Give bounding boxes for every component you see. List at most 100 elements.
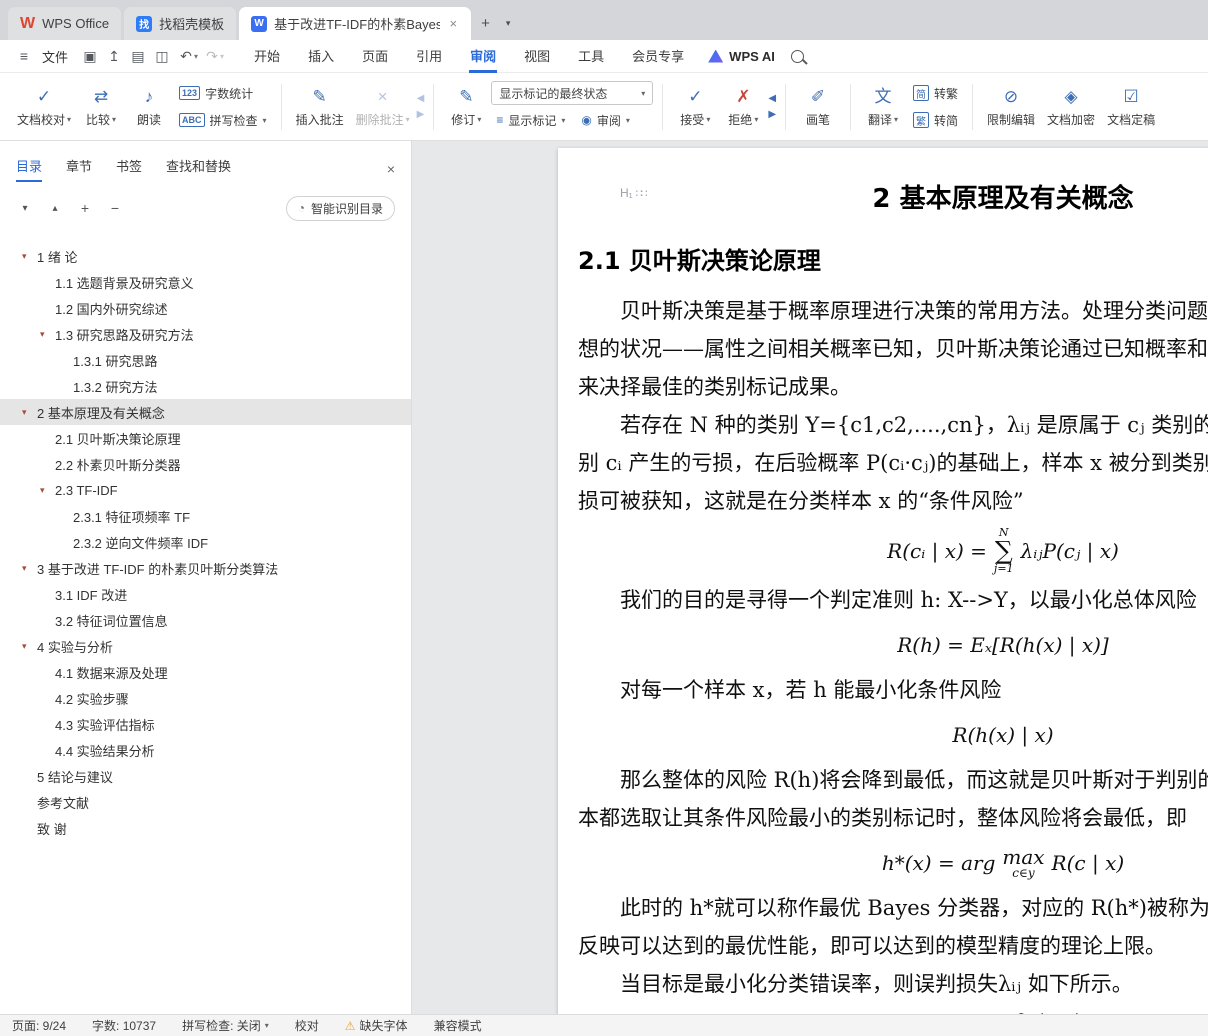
tab-document[interactable]: W 基于改进TF-IDF的朴素Bayes文 ×	[239, 7, 472, 40]
navigation-sidebar: 目录 章节 书签 查找和替换 × ▾ ▴ + − ◔ 智能识别目录 ▾ 1 绪 论…	[0, 141, 412, 1014]
read-aloud-button[interactable]: ♪ 朗读	[126, 79, 172, 135]
toc-item[interactable]: ▾2.2 朴素贝叶斯分类器	[0, 451, 411, 477]
proofread-button[interactable]: 校对	[295, 1017, 319, 1034]
toc-expand-icon[interactable]: ▾	[40, 329, 55, 340]
to-simplified-button[interactable]: 繁 转简	[908, 108, 963, 132]
toc-item-current[interactable]: ▾ 2 基本原理及有关概念	[0, 399, 411, 425]
toc-item[interactable]: ▾3.1 IDF 改进	[0, 581, 411, 607]
toc-item[interactable]: ▾1.1 选题背景及研究意义	[0, 269, 411, 295]
spellcheck-status[interactable]: 拼写检查: 关闭 ▾	[182, 1017, 269, 1034]
to-traditional-button[interactable]: 简 转繁	[908, 81, 963, 105]
summation-symbol: N ∑ j=1	[994, 527, 1014, 574]
compare-button[interactable]: ⇄ 比较 ▾	[78, 79, 124, 135]
collapse-all-button[interactable]: ▾	[16, 199, 34, 217]
toc-item[interactable]: ▾ 1 绪 论	[0, 243, 411, 269]
formula-min-cond-risk: R(h(x) | x)	[952, 723, 1054, 747]
wps-ai-button[interactable]: WPS AI	[708, 49, 775, 64]
tab-docer-template[interactable]: 找 找稻壳模板	[124, 7, 237, 40]
wps-ai-label: WPS AI	[729, 48, 775, 64]
menu-page[interactable]: 页面	[348, 40, 402, 73]
restrict-edit-button[interactable]: ⊘ 限制编辑	[982, 79, 1040, 135]
sidebar-tab-chapter[interactable]: 章节	[66, 152, 92, 186]
print-icon[interactable]: ▤	[126, 48, 150, 65]
toc-item[interactable]: ▾2.1 贝叶斯决策论原理	[0, 425, 411, 451]
accept-button[interactable]: ✓ 接受 ▾	[672, 79, 718, 135]
collapse-level-button[interactable]: −	[106, 199, 124, 217]
undo-chevron-icon[interactable]: ▾	[194, 52, 198, 61]
word-count-button[interactable]: 123 字数统计	[174, 81, 272, 105]
redo-chevron-icon[interactable]: ▾	[220, 52, 224, 61]
close-tab-icon[interactable]: ×	[447, 16, 459, 31]
toc-item[interactable]: ▾5 结论与建议	[0, 763, 411, 789]
search-icon[interactable]	[790, 49, 804, 63]
heading-drag-handle[interactable]: H₁ ∷∷	[620, 186, 648, 200]
close-panel-icon[interactable]: ×	[387, 161, 395, 177]
toc-expand-icon[interactable]: ▾	[22, 407, 37, 418]
finalize-button[interactable]: ☑ 文档定稿	[1102, 79, 1160, 135]
word-count-status[interactable]: 字数: 10737	[92, 1017, 156, 1034]
toc-expand-icon[interactable]: ▾	[22, 641, 37, 652]
delete-comment-button[interactable]: × 删除批注 ▾	[351, 79, 415, 135]
markup-state-select[interactable]: 显示标记的最终状态 ▾	[491, 81, 654, 105]
review-mode-button[interactable]: ◉ 审阅 ▾	[576, 108, 635, 132]
document-page[interactable]: H₁ ∷∷ 2 基本原理及有关概念 2.1 贝叶斯决策论原理 贝叶斯决策是基于概…	[558, 148, 1208, 1014]
menu-review[interactable]: 审阅	[456, 40, 510, 73]
menu-home[interactable]: 开始	[240, 40, 294, 73]
toc-item[interactable]: ▾3.2 特征词位置信息	[0, 607, 411, 633]
toc-expand-icon[interactable]: ▾	[22, 251, 37, 262]
sidebar-tab-find-replace[interactable]: 查找和替换	[166, 152, 231, 186]
track-changes-label: 修订	[451, 112, 476, 127]
file-menu[interactable]: ≡ 文件	[12, 47, 68, 66]
reject-button[interactable]: ✗ 拒绝 ▾	[720, 79, 766, 135]
new-tab-button[interactable]: +	[471, 7, 500, 40]
show-markup-button[interactable]: ≡ 显示标记 ▾	[491, 108, 570, 132]
toc-item[interactable]: ▾2.3.1 特征项频率 TF	[0, 503, 411, 529]
insert-comment-button[interactable]: ✎ 插入批注	[291, 79, 349, 135]
menu-insert[interactable]: 插入	[294, 40, 348, 73]
export-icon[interactable]: ↥	[102, 48, 126, 65]
toc-item[interactable]: ▾4.2 实验步骤	[0, 685, 411, 711]
toc-item[interactable]: ▾4.1 数据来源及处理	[0, 659, 411, 685]
pen-button[interactable]: ✐ 画笔	[795, 79, 841, 135]
translate-button[interactable]: 文 翻译 ▾	[860, 79, 906, 135]
toc-item[interactable]: ▾1.3.1 研究思路	[0, 347, 411, 373]
toc-item[interactable]: ▾ 1.3 研究思路及研究方法	[0, 321, 411, 347]
prev-change-button[interactable]: ◀	[768, 93, 776, 105]
next-change-button[interactable]: ▶	[768, 109, 776, 121]
toc-item[interactable]: ▾4.4 实验结果分析	[0, 737, 411, 763]
menu-view[interactable]: 视图	[510, 40, 564, 73]
toc-item[interactable]: ▾4.3 实验评估指标	[0, 711, 411, 737]
toc-item[interactable]: ▾参考文献	[0, 789, 411, 815]
expand-all-button[interactable]: ▴	[46, 199, 64, 217]
menu-reference[interactable]: 引用	[402, 40, 456, 73]
menu-membership[interactable]: 会员专享	[618, 40, 698, 73]
toc-item[interactable]: ▾致 谢	[0, 815, 411, 841]
expand-level-button[interactable]: +	[76, 199, 94, 217]
missing-font-warning[interactable]: ⚠ 缺失字体	[345, 1017, 408, 1034]
word-count-icon: 123	[179, 86, 201, 100]
toc-item[interactable]: ▾ 3 基于改进 TF-IDF 的朴素贝叶斯分类算法	[0, 555, 411, 581]
toc-item[interactable]: ▾ 2.3 TF-IDF	[0, 477, 411, 503]
print-preview-icon[interactable]: ◫	[150, 48, 174, 65]
smart-toc-button[interactable]: ◔ 智能识别目录	[285, 195, 395, 221]
prev-comment-button[interactable]: ◀	[417, 93, 425, 105]
toc-item[interactable]: ▾ 4 实验与分析	[0, 633, 411, 659]
sidebar-tab-toc[interactable]: 目录	[16, 152, 43, 186]
encrypt-button[interactable]: ◈ 文档加密	[1042, 79, 1100, 135]
doc-proof-button[interactable]: ✓ 文档校对 ▾	[12, 79, 76, 135]
save-icon[interactable]: ▣	[78, 48, 102, 65]
next-comment-button[interactable]: ▶	[417, 109, 425, 121]
toc-expand-icon[interactable]: ▾	[40, 485, 55, 496]
tab-list-chevron-icon[interactable]: ▾	[500, 7, 517, 40]
track-changes-button[interactable]: ✎ 修订 ▾	[443, 79, 489, 135]
spell-check-button[interactable]: ABC 拼写检查 ▾	[174, 108, 272, 132]
toc-item[interactable]: ▾1.2 国内外研究综述	[0, 295, 411, 321]
toc-item[interactable]: ▾2.3.2 逆向文件频率 IDF	[0, 529, 411, 555]
toc-expand-icon[interactable]: ▾	[22, 563, 37, 574]
sidebar-tab-bookmark[interactable]: 书签	[116, 152, 142, 186]
ribbon-divider	[662, 83, 664, 130]
tab-wps-home[interactable]: W WPS Office	[8, 7, 122, 40]
document-canvas[interactable]: H₁ ∷∷ 2 基本原理及有关概念 2.1 贝叶斯决策论原理 贝叶斯决策是基于概…	[412, 141, 1208, 1014]
toc-item[interactable]: ▾1.3.2 研究方法	[0, 373, 411, 399]
menu-tools[interactable]: 工具	[564, 40, 618, 73]
